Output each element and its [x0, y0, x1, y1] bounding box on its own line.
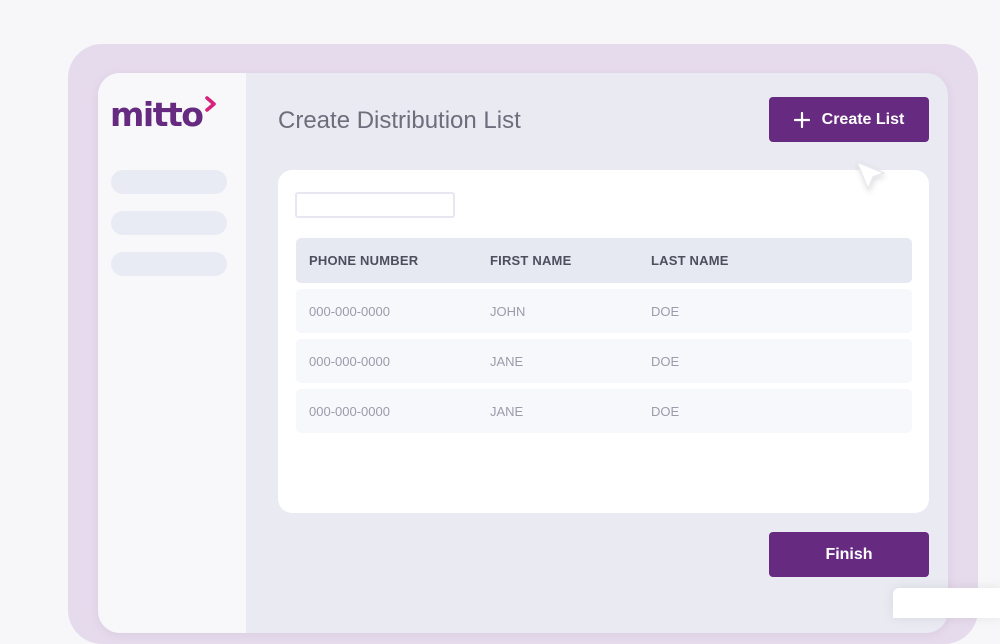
sidebar-item-1[interactable]	[111, 170, 227, 194]
finish-button[interactable]: Finish	[769, 532, 929, 577]
sidebar-item-2[interactable]	[111, 211, 227, 235]
sidebar: mitto	[98, 73, 246, 633]
contacts-table: PHONE NUMBER FIRST NAME LAST NAME 000-00…	[296, 238, 912, 433]
table-row[interactable]: 000-000-0000 JANE DOE	[296, 389, 912, 433]
column-header-last-name[interactable]: LAST NAME	[651, 253, 729, 268]
overlay-panel-corner	[893, 588, 1000, 618]
search-input[interactable]	[295, 192, 455, 218]
cell-first-name: JANE	[490, 353, 524, 369]
sidebar-item-3[interactable]	[111, 252, 227, 276]
page-title: Create Distribution List	[278, 107, 521, 134]
create-list-label: Create List	[821, 110, 905, 128]
column-header-phone-number[interactable]: PHONE NUMBER	[309, 253, 418, 268]
mitto-logo[interactable]: mitto	[110, 93, 218, 137]
table-row[interactable]: 000-000-0000 JANE DOE	[296, 339, 912, 383]
app-window: mitto Create Distribution List Create Li…	[98, 73, 948, 633]
list-card: PHONE NUMBER FIRST NAME LAST NAME 000-00…	[278, 170, 929, 513]
table-row[interactable]: 000-000-0000 JOHN DOE	[296, 289, 912, 333]
cell-last-name: DOE	[651, 403, 680, 419]
cell-first-name: JOHN	[490, 303, 526, 319]
cell-first-name: JANE	[490, 403, 524, 419]
logo-text: mitto	[110, 95, 204, 134]
plus-icon	[793, 111, 810, 128]
cell-last-name: DOE	[651, 353, 680, 369]
create-list-button[interactable]: Create List	[769, 97, 929, 142]
table-header: PHONE NUMBER FIRST NAME LAST NAME	[296, 238, 912, 283]
chevron-right-icon	[205, 96, 217, 112]
cell-phone-number: 000-000-0000	[309, 353, 390, 369]
cell-phone-number: 000-000-0000	[309, 303, 390, 319]
cell-phone-number: 000-000-0000	[309, 403, 390, 419]
mouse-pointer-icon	[856, 161, 885, 190]
cell-last-name: DOE	[651, 303, 680, 319]
column-header-first-name[interactable]: FIRST NAME	[490, 253, 571, 268]
